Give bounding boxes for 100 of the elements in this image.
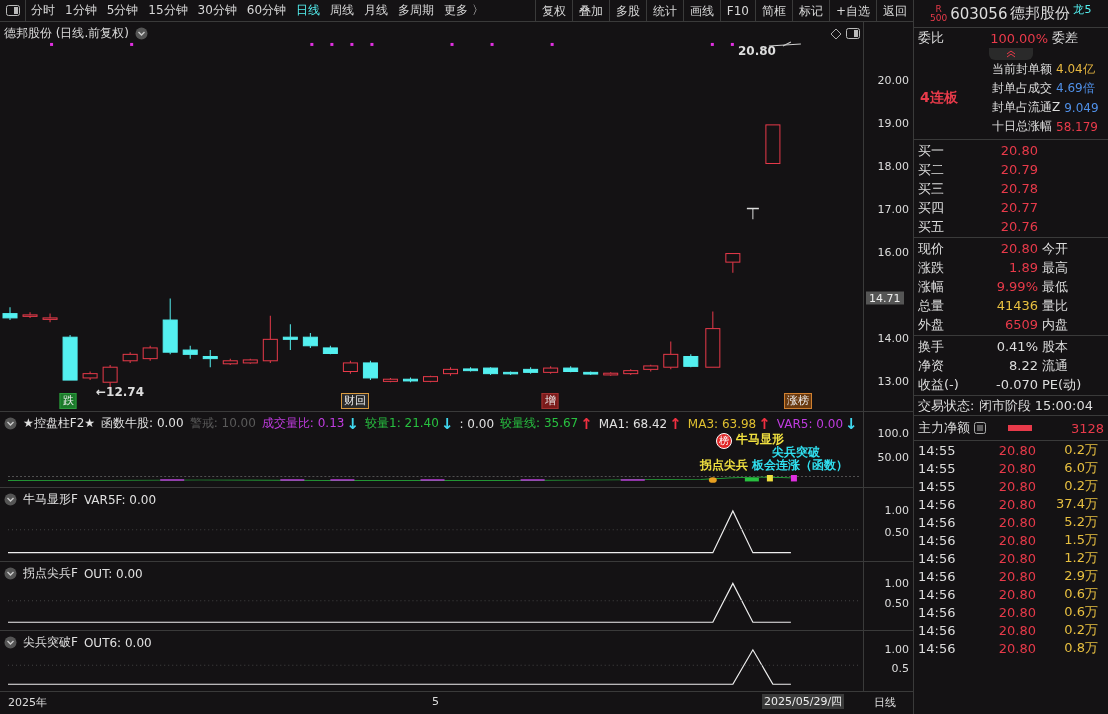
bid-label: 买一	[918, 141, 945, 160]
field-label: 外盘	[918, 315, 945, 334]
field-value: -0.070	[995, 377, 1038, 392]
rating-label: R 500	[930, 4, 948, 23]
toolbar-button[interactable]: 复权	[534, 0, 572, 22]
field-label: 今开	[1042, 239, 1068, 258]
indicator-value: MA1: 68.42	[598, 416, 668, 431]
signal-tag: 涨榜	[784, 393, 812, 409]
tick-volume: 0.2万	[1063, 621, 1098, 639]
axis-tick: 1.00	[884, 503, 909, 517]
collapse-icon[interactable]	[4, 493, 17, 506]
tick-volume: 1.2万	[1063, 549, 1098, 567]
field-label: 股本	[1042, 337, 1068, 356]
field-label: 涨跌	[918, 258, 945, 277]
field-value: 6509	[1003, 317, 1038, 332]
tick-volume: 0.6万	[1063, 603, 1098, 621]
period-tab[interactable]: 分时	[26, 2, 60, 19]
signal-label: 板会连涨（函数）	[752, 459, 848, 472]
period-tab[interactable]: 日线	[291, 2, 326, 19]
collapse-icon[interactable]	[4, 636, 17, 649]
period-tab[interactable]: 15分钟	[143, 2, 193, 19]
candlestick	[563, 365, 579, 373]
axis-tick: 100.0	[877, 426, 909, 440]
candlestick	[182, 345, 198, 360]
candlestick	[2, 306, 18, 321]
period-tab[interactable]: 5分钟	[101, 2, 144, 19]
flow-bar	[1008, 425, 1032, 431]
indicator-value: VAR5F: 0.00	[83, 492, 157, 507]
period-tab[interactable]: 60分钟	[241, 2, 292, 19]
candlestick	[82, 371, 98, 381]
chart-title: 德邦股份 (日线.前复权)	[4, 25, 129, 42]
bid-price: 20.78	[999, 181, 1038, 196]
tick-volume: 6.0万	[1063, 459, 1098, 477]
collapse-icon[interactable]	[4, 567, 17, 580]
toolbar-button[interactable]: +自选	[828, 0, 876, 22]
period-tab[interactable]: 多周期	[393, 2, 440, 19]
collapse-button[interactable]	[989, 48, 1033, 60]
axis-tick: 0.50	[884, 525, 909, 539]
streak-label: 4连板	[919, 88, 959, 107]
tick-price: 20.80	[997, 550, 1036, 566]
indicator-value: 成交量比: 0.13	[261, 415, 345, 432]
candlestick	[705, 310, 721, 368]
field-label: 内盘	[1042, 315, 1068, 334]
tick-price: 20.80	[997, 532, 1036, 548]
candlestick	[483, 366, 499, 376]
period-tab[interactable]: 周线	[325, 2, 360, 19]
candlestick	[725, 253, 741, 274]
toolbar-button[interactable]: 简框	[754, 0, 792, 22]
tick-price: 20.80	[997, 586, 1036, 602]
indicator-value: MA3: 63.98	[687, 416, 757, 431]
tick-volume: 0.6万	[1063, 585, 1098, 603]
signal-tag: 财回	[341, 393, 369, 409]
period-tab[interactable]: 1分钟	[60, 2, 102, 19]
toolbar-button[interactable]: 标记	[791, 0, 829, 22]
candlestick	[162, 298, 178, 355]
indicator-value: VAR5: 0.00	[776, 416, 844, 431]
toolbar-button[interactable]: 多股	[608, 0, 646, 22]
panel-toggle-icon[interactable]	[846, 28, 860, 39]
candlestick	[463, 366, 479, 372]
list-icon[interactable]	[974, 422, 986, 434]
field-label: 换手	[918, 337, 945, 356]
candlestick	[543, 365, 559, 375]
dropdown-icon[interactable]	[135, 27, 148, 40]
collapse-icon[interactable]	[4, 417, 17, 430]
toolbar-button[interactable]: 叠加	[571, 0, 609, 22]
time-label: 2025年	[8, 695, 47, 710]
bid-price: 20.77	[999, 200, 1038, 215]
toolbar-button[interactable]: 统计	[645, 0, 683, 22]
flow-label: 主力净额	[918, 419, 970, 437]
bid-price: 20.76	[999, 219, 1038, 234]
field-value: 100.00%	[989, 30, 1048, 46]
candlestick	[282, 323, 298, 351]
signal-label: 拐点尖兵	[700, 459, 748, 472]
candlestick	[322, 345, 338, 355]
field-value: 20.80	[999, 241, 1038, 256]
candlestick	[202, 349, 218, 368]
field-value: 8.22	[1008, 358, 1038, 373]
toolbar-button[interactable]: F10	[719, 0, 755, 22]
stock-code: 603056	[950, 4, 1008, 23]
stat-value: 4.04亿	[1056, 61, 1095, 78]
flow-value: 3128	[1070, 420, 1104, 436]
candlestick	[443, 366, 459, 377]
period-label: 日线	[874, 695, 896, 710]
trend-arrow: ↓	[346, 416, 359, 431]
tick-volume: 0.2万	[1063, 477, 1098, 495]
period-tab[interactable]: 更多 〉	[439, 2, 489, 19]
field-value: 1.89	[1008, 260, 1038, 275]
trend-arrow: ↑	[580, 416, 593, 431]
candlestick	[222, 358, 238, 366]
tick-price: 20.80	[997, 460, 1036, 476]
field-label: 最高	[1042, 258, 1068, 277]
signal-tag: 增	[541, 393, 559, 409]
toolbar-button[interactable]: 画线	[682, 0, 720, 22]
period-tab[interactable]: 30分钟	[192, 2, 242, 19]
candlestick	[765, 124, 781, 164]
indicator-value: OUT: 0.00	[83, 566, 143, 581]
period-tab[interactable]: 月线	[359, 2, 394, 19]
toolbar-button[interactable]: 返回	[876, 0, 913, 22]
diamond-icon[interactable]	[830, 28, 842, 40]
candlestick	[342, 360, 358, 375]
